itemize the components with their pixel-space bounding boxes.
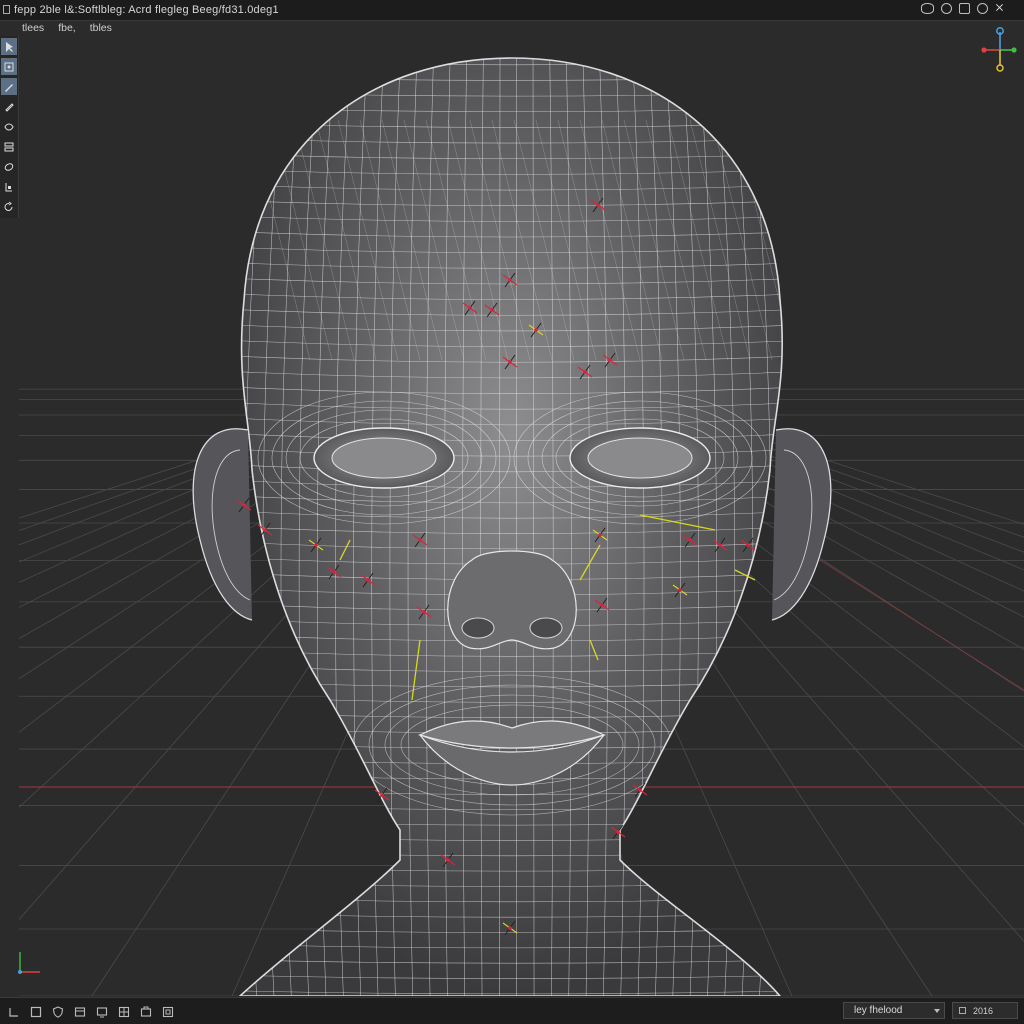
title-bar: fepp 2ble l&:Softlbleg: Acrd flegleg Bee… <box>0 0 1024 21</box>
landmark-point <box>422 610 426 614</box>
brush-tool[interactable] <box>1 78 17 95</box>
viewport-canvas <box>19 40 1024 996</box>
grid-icon[interactable] <box>118 1005 130 1018</box>
landmark-point <box>366 578 370 582</box>
sculpt-icon <box>4 123 14 130</box>
sculpt-tool[interactable] <box>1 118 17 135</box>
mode-square-icon <box>959 1007 966 1014</box>
landmark-point <box>598 533 602 537</box>
window-title: fepp 2ble l&:Softlbleg: Acrd flegleg Bee… <box>14 4 279 16</box>
frame-icon[interactable] <box>30 1005 42 1018</box>
camera-icon[interactable] <box>162 1005 174 1018</box>
left-ear <box>192 428 253 621</box>
layer-dropdown-label: ley fhelood <box>854 1005 903 1016</box>
settings-icon[interactable] <box>941 3 952 14</box>
landmark-point <box>446 858 450 862</box>
landmark-point <box>490 308 494 312</box>
landmark-point <box>718 543 722 547</box>
landmark-point <box>468 306 472 310</box>
right-eye-inner <box>587 437 693 479</box>
landmark-point <box>314 543 318 547</box>
render-icon[interactable] <box>140 1005 152 1017</box>
landmark-point <box>508 278 512 282</box>
landmark-point <box>332 570 336 574</box>
3d-viewport[interactable] <box>19 38 1024 996</box>
left-eye-inner <box>331 437 437 479</box>
smooth-tool[interactable] <box>1 158 17 175</box>
left-nostril <box>461 617 495 639</box>
restore-window-button[interactable] <box>959 3 970 14</box>
left-toolbar <box>0 36 19 218</box>
landmark-point <box>688 538 692 542</box>
landmark-point <box>600 603 604 607</box>
landmark-point <box>746 543 750 547</box>
landmark-point <box>508 360 512 364</box>
landmark-point <box>263 528 267 532</box>
brush-icon <box>5 83 13 92</box>
select-tool[interactable] <box>1 38 17 55</box>
menu-item-1[interactable]: tlees <box>22 22 44 38</box>
shield-icon[interactable] <box>52 1005 64 1018</box>
menu-item-2[interactable]: fbe, <box>58 22 76 38</box>
landmark-point <box>242 503 246 507</box>
orientation-gizmo[interactable] <box>978 26 1018 74</box>
paint-icon <box>5 182 12 191</box>
application-window: fepp 2ble l&:Softlbleg: Acrd flegleg Bee… <box>0 0 1024 1024</box>
landmark-point <box>583 370 587 374</box>
window-controls <box>921 3 1006 14</box>
paint-tool[interactable] <box>1 178 17 195</box>
app-icon <box>3 5 10 14</box>
layers-icon <box>4 142 14 151</box>
menu-item-3[interactable]: tbles <box>90 22 112 38</box>
pen-icon <box>5 102 14 112</box>
mode-label: 2016 <box>973 1006 994 1016</box>
right-nostril <box>529 617 563 639</box>
landmark-point <box>508 926 512 930</box>
landmark-point <box>380 793 384 797</box>
smooth-icon <box>4 162 14 171</box>
pen-tool[interactable] <box>1 98 17 115</box>
landmark-point <box>418 538 422 542</box>
move-tool[interactable] <box>1 58 17 75</box>
view-icon[interactable] <box>74 1005 86 1017</box>
landmark-point <box>596 203 600 207</box>
layers-tool[interactable] <box>1 138 17 155</box>
axis-guide-line <box>819 559 1024 691</box>
landmark-point <box>608 358 612 362</box>
landmark-point <box>678 588 682 592</box>
corner-icon[interactable] <box>8 1005 20 1017</box>
chevron-down-icon <box>934 1009 940 1013</box>
axis-indicator <box>18 952 40 974</box>
view-toggle-icon[interactable] <box>921 3 934 14</box>
help-icon[interactable] <box>977 3 988 14</box>
rotate-icon <box>4 201 13 211</box>
status-bar: ley fhelood 2016 <box>0 997 1024 1024</box>
rotate-tool[interactable] <box>1 198 17 215</box>
landmark-point <box>616 830 620 834</box>
layer-dropdown[interactable]: ley fhelood <box>843 1002 945 1019</box>
move-icon <box>4 62 14 71</box>
menu-bar: tlees fbe, tbles <box>22 22 112 38</box>
right-ear <box>771 428 832 621</box>
head-mesh[interactable] <box>192 40 832 996</box>
display-icon[interactable] <box>96 1005 108 1018</box>
mode-selector[interactable]: 2016 <box>952 1002 1018 1019</box>
landmark-point <box>638 788 642 792</box>
cursor-icon <box>6 41 13 52</box>
close-window-button[interactable] <box>995 3 1006 14</box>
landmark-point <box>534 328 538 332</box>
